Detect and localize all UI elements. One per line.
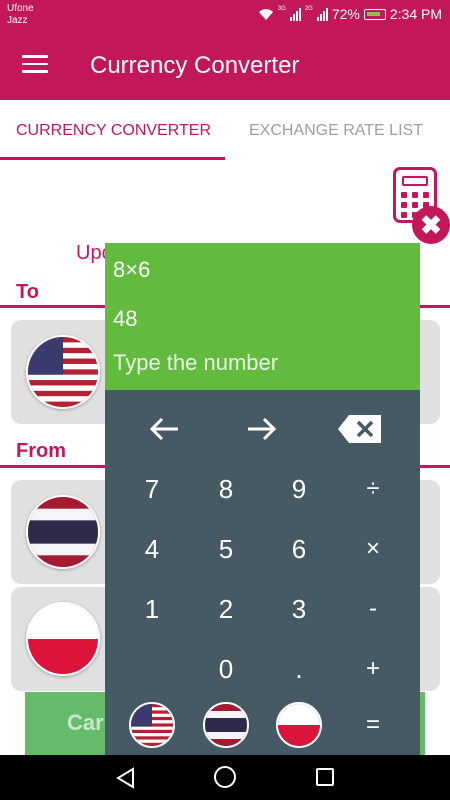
network-type-2: 2G xyxy=(304,6,313,12)
tab-bar: CURRENCY CONVERTER EXCHANGE RATE LIST xyxy=(0,100,450,160)
cursor-left-key[interactable] xyxy=(127,400,201,458)
carrier-1: Ufone xyxy=(7,3,34,14)
arrow-left-icon xyxy=(149,417,178,441)
key-equals[interactable]: = xyxy=(336,696,410,754)
key-0[interactable]: 0 xyxy=(189,640,263,698)
status-bar: Ufone Jazz 3G 2G 72% 2:34 PM xyxy=(0,0,450,30)
status-icons: 3G 2G 72% 2:34 PM xyxy=(258,6,442,22)
key-3[interactable]: 3 xyxy=(262,580,336,638)
key-add[interactable]: + xyxy=(336,640,410,698)
battery-percent: 72% xyxy=(331,6,360,22)
calculator-expression: 8×6 xyxy=(113,257,151,282)
number-input[interactable] xyxy=(113,350,413,376)
us-flag-icon xyxy=(129,702,175,748)
calculator-display: 8×6 48 xyxy=(105,243,420,390)
thailand-flag-icon xyxy=(26,495,100,569)
active-tab-indicator xyxy=(0,157,225,160)
hamburger-menu-icon[interactable] xyxy=(22,55,48,75)
wifi-icon xyxy=(258,8,273,20)
system-nav-bar xyxy=(0,755,450,800)
key-divide[interactable]: ÷ xyxy=(336,460,410,518)
key-8[interactable]: 8 xyxy=(189,460,263,518)
battery-icon xyxy=(363,8,386,20)
back-icon[interactable] xyxy=(115,767,135,789)
calculator-popup: 8×6 48 7 8 9 ÷ 4 5 6 × 1 2 3 - 0 . + xyxy=(105,243,420,755)
from-label: From xyxy=(16,440,66,462)
currency-key-usd[interactable] xyxy=(115,696,189,754)
key-5[interactable]: 5 xyxy=(189,520,263,578)
key-subtract[interactable]: - xyxy=(336,580,410,638)
arrow-right-icon xyxy=(248,417,277,441)
thailand-flag-icon xyxy=(203,702,249,748)
carrier-names: Ufone Jazz xyxy=(7,3,34,27)
key-6[interactable]: 6 xyxy=(262,520,336,578)
tab-exchange-rate-list[interactable]: EXCHANGE RATE LIST xyxy=(249,122,423,140)
backspace-icon xyxy=(338,415,381,443)
signal-icon xyxy=(289,7,301,21)
network-type-1: 3G xyxy=(277,6,286,12)
close-calculator-button[interactable]: ✖ xyxy=(412,206,450,244)
carrier-2: Jazz xyxy=(7,15,28,26)
to-label: To xyxy=(16,281,39,303)
calculator-keypad: 7 8 9 ÷ 4 5 6 × 1 2 3 - 0 . + = xyxy=(105,390,420,755)
key-decimal[interactable]: . xyxy=(262,640,336,698)
clock: 2:34 PM xyxy=(389,6,442,22)
poland-flag-icon xyxy=(26,602,100,676)
key-7[interactable]: 7 xyxy=(115,460,189,518)
currency-key-thb[interactable] xyxy=(189,696,263,754)
tab-currency-converter[interactable]: CURRENCY CONVERTER xyxy=(16,122,211,140)
poland-flag-icon xyxy=(276,702,322,748)
cursor-right-key[interactable] xyxy=(225,400,299,458)
key-multiply[interactable]: × xyxy=(336,520,410,578)
signal-icon xyxy=(316,7,328,21)
currency-key-pln[interactable] xyxy=(262,696,336,754)
home-icon[interactable] xyxy=(214,766,236,788)
backspace-key[interactable] xyxy=(323,400,397,458)
recent-apps-icon[interactable] xyxy=(316,768,334,786)
key-4[interactable]: 4 xyxy=(115,520,189,578)
key-1[interactable]: 1 xyxy=(115,580,189,638)
key-2[interactable]: 2 xyxy=(189,580,263,638)
calculator-result: 48 xyxy=(113,306,138,331)
key-9[interactable]: 9 xyxy=(262,460,336,518)
app-title: Currency Converter xyxy=(90,52,300,79)
us-flag-icon xyxy=(26,335,100,409)
app-bar: Currency Converter xyxy=(0,30,450,100)
